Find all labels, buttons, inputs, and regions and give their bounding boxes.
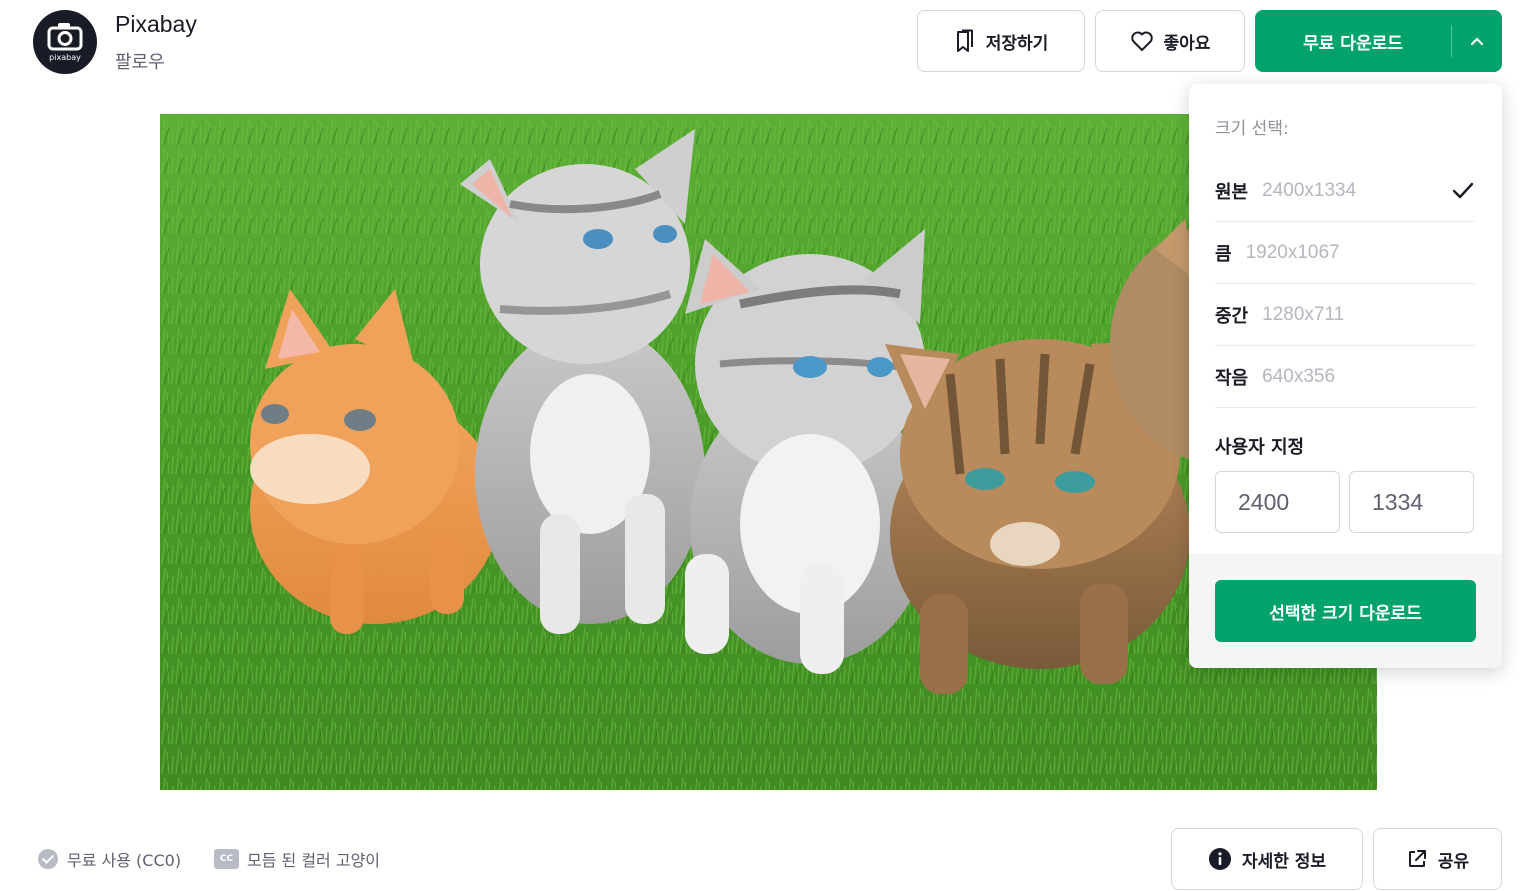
save-button[interactable]: 저장하기 [917,10,1085,72]
custom-width-input[interactable] [1215,471,1340,533]
custom-height-input[interactable] [1349,471,1474,533]
heart-icon [1130,31,1153,51]
info-icon [1208,848,1231,870]
download-button-group: 무료 다운로드 [1255,10,1502,72]
bookmark-icon [956,29,973,52]
share-label: 공유 [1437,851,1470,872]
cc-icon: CC [214,849,239,869]
size-menu-footer: 선택한 크기 다운로드 [1189,554,1502,668]
check-circle-icon [38,849,58,869]
size-name: 원본 [1215,181,1249,203]
check-icon [1452,182,1474,199]
size-name: 중간 [1215,305,1249,327]
size-name: 큼 [1215,243,1232,265]
size-dimensions: 2400x1334 [1262,179,1357,201]
size-option-medium[interactable]: 중간 1280x711 [1215,284,1475,346]
details-button[interactable]: 자세한 정보 [1171,828,1363,890]
size-dimensions: 1280x711 [1262,303,1345,325]
follow-button[interactable]: 팔로우 [115,48,165,74]
details-label: 자세한 정보 [1241,851,1327,872]
size-option-small[interactable]: 작음 640x356 [1215,346,1475,408]
image-tags[interactable]: CC 모듬 된 컬러 고양이 [214,847,380,871]
share-button[interactable]: 공유 [1373,828,1502,890]
avatar-logo-text: pixabay [49,53,81,62]
size-menu-title: 크기 선택: [1215,119,1289,139]
size-option-original[interactable]: 원본 2400x1334 [1215,160,1475,222]
save-label: 저장하기 [985,33,1049,54]
download-size-menu: 크기 선택: 원본 2400x1334 큼 1920x1067 중간 1280x… [1189,84,1502,668]
download-selected-size-button[interactable]: 선택한 크기 다운로드 [1215,580,1476,642]
size-dimensions: 640x356 [1262,365,1336,387]
size-option-large[interactable]: 큼 1920x1067 [1215,222,1475,284]
like-label: 좋아요 [1163,33,1211,54]
tags-label: 모듬 된 컬러 고양이 [247,851,381,870]
download-options-toggle[interactable] [1452,10,1502,72]
size-dimensions: 1920x1067 [1245,241,1340,263]
camera-icon [47,23,83,51]
chevron-up-icon [1470,37,1484,46]
author-name[interactable]: Pixabay [115,11,197,38]
download-button[interactable]: 무료 다운로드 [1255,10,1451,72]
author-avatar[interactable]: pixabay [33,10,97,74]
size-name: 작음 [1215,367,1249,389]
custom-size-label: 사용자 지정 [1215,437,1305,458]
license-info[interactable]: 무료 사용 (CC0) [37,847,181,871]
like-button[interactable]: 좋아요 [1095,10,1245,72]
license-label: 무료 사용 (CC0) [67,851,182,870]
external-link-icon [1408,850,1426,867]
